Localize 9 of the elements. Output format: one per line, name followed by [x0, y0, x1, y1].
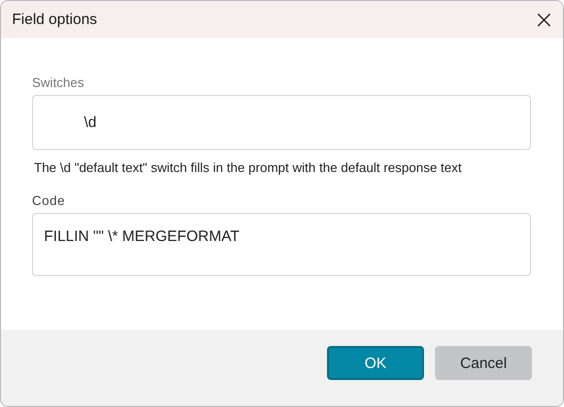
switch-description: The \d "default text" switch fills in the prompt with the default response text: [34, 159, 463, 177]
close-icon[interactable]: [537, 12, 551, 26]
code-label: Code: [32, 193, 66, 208]
cancel-button[interactable]: Cancel: [435, 346, 532, 380]
switches-field[interactable]: \d: [32, 95, 531, 150]
ok-button[interactable]: OK: [327, 346, 424, 380]
switches-label: Switches: [32, 75, 86, 90]
window-title: Field options: [12, 11, 98, 28]
code-field[interactable]: FILLIN "" \* MERGEFORMAT: [32, 213, 531, 276]
